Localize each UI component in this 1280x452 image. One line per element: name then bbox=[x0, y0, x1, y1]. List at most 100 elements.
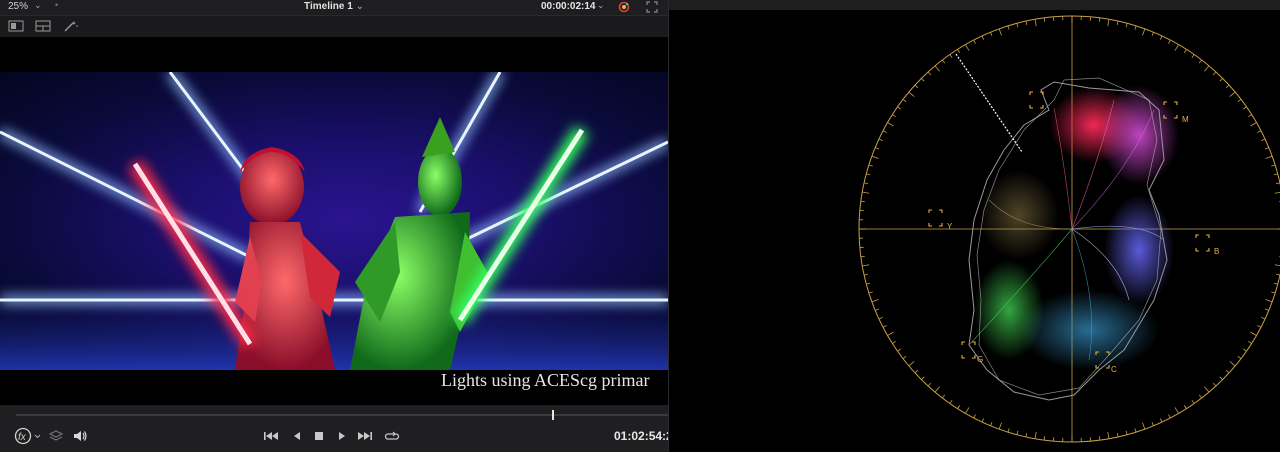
single-viewer-icon[interactable] bbox=[8, 20, 24, 32]
video-frame bbox=[0, 72, 668, 370]
graticule-tick bbox=[1273, 282, 1278, 285]
play-icon[interactable] bbox=[334, 429, 350, 443]
layers-icon[interactable] bbox=[48, 429, 64, 443]
scrubber-track[interactable] bbox=[16, 414, 668, 416]
play-reverse-icon[interactable] bbox=[289, 429, 305, 443]
graticule-tick bbox=[1257, 130, 1262, 133]
graticule-tick bbox=[1248, 114, 1252, 118]
graticule-tick bbox=[957, 49, 961, 53]
graticule-tick bbox=[1273, 173, 1278, 176]
stop-icon[interactable] bbox=[311, 429, 327, 443]
graticule-tick bbox=[914, 369, 919, 374]
graticule-tick bbox=[1242, 106, 1247, 110]
skip-forward-icon[interactable] bbox=[357, 429, 373, 443]
loop-icon[interactable] bbox=[384, 429, 400, 443]
graticule-tick bbox=[927, 382, 932, 387]
graticule-tick bbox=[973, 39, 976, 44]
graticule-tick bbox=[927, 71, 932, 76]
video-viewer[interactable]: Lights using ACEScg primar bbox=[0, 37, 668, 405]
graticule-tick bbox=[1265, 155, 1273, 159]
graticule-tick bbox=[1043, 17, 1046, 22]
graticule-tick bbox=[868, 164, 873, 167]
graticule-tick bbox=[1274, 191, 1280, 194]
graticule-tick bbox=[897, 106, 902, 110]
graticule-tick bbox=[908, 361, 915, 367]
graticule-tick bbox=[892, 114, 896, 118]
graticule-tick bbox=[1250, 331, 1257, 336]
graticule-tick bbox=[1134, 428, 1137, 433]
graticule-tick bbox=[981, 35, 985, 40]
magic-wand-icon[interactable] bbox=[63, 20, 79, 32]
graticule-tick bbox=[1264, 308, 1269, 311]
graticule-tick bbox=[1271, 291, 1276, 294]
color-wheel-icon[interactable] bbox=[617, 1, 631, 13]
graticule-tick bbox=[1265, 299, 1273, 303]
graticule-tick bbox=[914, 84, 919, 89]
split-viewer-icon[interactable] bbox=[35, 20, 51, 32]
target-label-y: Y bbox=[947, 222, 953, 231]
graticule-tick bbox=[1159, 418, 1163, 423]
graticule-tick bbox=[990, 32, 993, 37]
graticule-tick bbox=[998, 28, 1002, 36]
graticule-tick bbox=[1107, 19, 1110, 27]
graticule-tick bbox=[1274, 264, 1280, 267]
graticule-tick bbox=[1191, 54, 1195, 59]
graticule-tick bbox=[957, 405, 961, 409]
vectorscope-trace bbox=[955, 53, 1179, 401]
graticule-tick bbox=[1250, 122, 1257, 127]
target-label-g: G bbox=[977, 355, 983, 364]
graticule-tick bbox=[1125, 430, 1128, 435]
graticule-tick bbox=[1191, 399, 1195, 404]
graticule-tick bbox=[1116, 20, 1119, 26]
playhead[interactable] bbox=[552, 410, 554, 420]
graticule-tick bbox=[1151, 421, 1154, 426]
volume-icon[interactable] bbox=[72, 429, 88, 443]
graticule-tick bbox=[1151, 32, 1154, 37]
graticule-tick bbox=[860, 200, 865, 203]
graticule-tick bbox=[1125, 23, 1128, 28]
vectorscope-panel: M B C G Y bbox=[668, 0, 1280, 452]
graticule-tick bbox=[1025, 432, 1028, 438]
expand-icon[interactable] bbox=[646, 1, 658, 13]
vectorscope: M B C G Y bbox=[858, 15, 1280, 443]
graticule-tick bbox=[868, 291, 873, 294]
graticule-tick bbox=[949, 399, 953, 404]
graticule-tick bbox=[866, 173, 871, 176]
fx-icon[interactable]: fx bbox=[14, 427, 42, 445]
target-label-m: M bbox=[1182, 115, 1189, 124]
graticule-tick bbox=[871, 299, 879, 303]
graticule-tick bbox=[866, 282, 871, 285]
graticule-tick bbox=[1275, 182, 1280, 185]
timecode-chevron-down-icon[interactable]: ⌄ bbox=[597, 0, 605, 11]
graticule-tick bbox=[1212, 71, 1217, 76]
svg-text:fx: fx bbox=[18, 432, 27, 443]
graticule-tick bbox=[1116, 432, 1119, 438]
graticule-tick bbox=[1264, 147, 1269, 150]
graticule-tick bbox=[990, 421, 993, 426]
graticule-tick bbox=[1142, 422, 1146, 430]
graticule-tick bbox=[973, 414, 976, 419]
graticule-tick bbox=[908, 91, 915, 97]
graticule-tick bbox=[921, 376, 925, 380]
graticule-tick bbox=[1219, 376, 1223, 380]
graticule-tick bbox=[878, 138, 883, 142]
skip-back-icon[interactable] bbox=[263, 429, 279, 443]
graticule-tick bbox=[1212, 382, 1217, 387]
graticule-tick bbox=[1204, 386, 1210, 393]
graticule-tick bbox=[1134, 25, 1137, 30]
graticule-tick bbox=[863, 182, 869, 185]
graticule-tick bbox=[875, 308, 880, 311]
graticule-tick bbox=[1034, 19, 1037, 27]
graticule-tick bbox=[1007, 25, 1010, 30]
graticule-tick bbox=[1225, 84, 1230, 89]
graticule-tick bbox=[887, 122, 894, 127]
graticule-tick bbox=[1229, 361, 1236, 367]
graticule-tick bbox=[897, 348, 902, 352]
graticule-tick bbox=[1168, 39, 1171, 44]
graticule-tick bbox=[1007, 428, 1010, 433]
graticule-tick bbox=[863, 273, 869, 276]
graticule-tick bbox=[1237, 355, 1242, 359]
graticule-tick bbox=[1098, 436, 1101, 441]
viewer-toolbar bbox=[0, 15, 668, 38]
graticule-tick bbox=[1225, 369, 1230, 374]
